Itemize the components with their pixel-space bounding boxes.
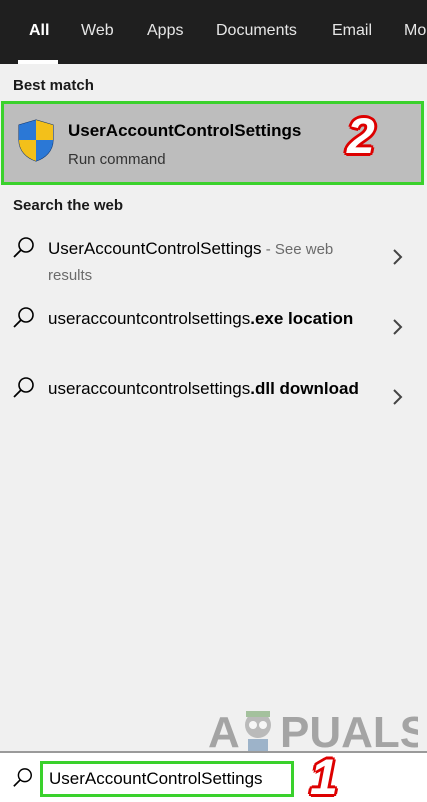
svg-text:PUALS: PUALS xyxy=(280,708,418,757)
tab-documents[interactable]: Documents xyxy=(216,0,297,64)
step-marker-2: 2 xyxy=(347,108,375,164)
search-tab-bar: All Web Apps Documents Email Mo xyxy=(0,0,427,64)
web-result-3-bold: .dll download xyxy=(250,379,359,398)
web-result-3[interactable]: useraccountcontrolsettings.dll download xyxy=(0,376,427,442)
web-result-2-query: useraccountcontrolsettings xyxy=(48,309,251,328)
web-result-1-query: UserAccountControlSettings xyxy=(48,239,262,258)
chevron-right-icon xyxy=(393,319,403,335)
web-result-2-bold: .exe location xyxy=(250,309,354,328)
active-tab-indicator xyxy=(18,60,58,64)
best-match-result[interactable]: UserAccountControlSettings Run command 2 xyxy=(1,101,424,185)
svg-text:A: A xyxy=(208,708,240,757)
tab-apps[interactable]: Apps xyxy=(147,0,183,64)
tab-all[interactable]: All xyxy=(29,0,49,64)
web-result-3-query: useraccountcontrolsettings xyxy=(48,379,251,398)
tab-more[interactable]: Mo xyxy=(404,0,426,64)
step-marker-1: 1 xyxy=(310,749,338,802)
uac-shield-icon xyxy=(18,119,54,162)
best-match-subtitle: Run command xyxy=(68,151,166,168)
tab-email[interactable]: Email xyxy=(332,0,372,64)
search-icon xyxy=(13,237,34,258)
search-icon xyxy=(13,307,34,328)
best-match-title: UserAccountControlSettings xyxy=(68,121,302,140)
search-input[interactable]: UserAccountControlSettings xyxy=(40,761,294,797)
search-icon xyxy=(13,377,34,398)
search-icon xyxy=(13,768,32,787)
chevron-right-icon xyxy=(393,249,403,265)
web-result-1[interactable]: UserAccountControlSettings - See web res… xyxy=(0,236,427,302)
tab-web[interactable]: Web xyxy=(81,0,114,64)
chevron-right-icon xyxy=(393,389,403,405)
web-result-2[interactable]: useraccountcontrolsettings.exe location xyxy=(0,306,427,372)
search-web-heading: Search the web xyxy=(13,197,124,214)
best-match-heading: Best match xyxy=(13,77,94,94)
search-bar: UserAccountControlSettings 1 xyxy=(0,749,427,802)
